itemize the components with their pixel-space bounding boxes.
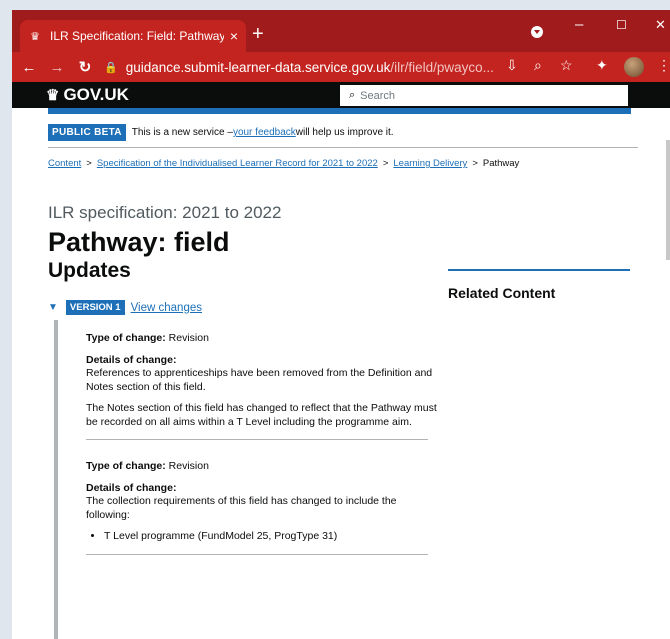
change-divider (86, 439, 428, 440)
crown-favicon-icon: ♛ (30, 30, 40, 43)
version-tag: VERSION 1 (65, 300, 125, 315)
version-toggle[interactable]: ▼ VERSION 1 View changes (48, 300, 202, 315)
reload-button[interactable]: ↻ (74, 58, 96, 76)
change-item: Type of change: Revision Details of chan… (86, 332, 440, 440)
close-window-button[interactable]: ✕ (655, 17, 666, 33)
change-paragraph: References to apprenticeships have been … (86, 367, 433, 393)
updates-heading: Updates (48, 259, 131, 282)
phase-banner: PUBLIC BETA This is a new service – your… (48, 124, 638, 148)
new-tab-button[interactable]: + (252, 24, 264, 44)
page-title: Pathway: field (48, 227, 230, 257)
search-icon: ⌕ (349, 89, 356, 101)
url-host: guidance.submit-learner-data.service.gov… (125, 59, 391, 75)
profile-avatar[interactable] (624, 57, 644, 77)
view-changes-link[interactable]: View changes (131, 302, 202, 314)
page-caption: ILR specification: 2021 to 2022 (48, 203, 282, 222)
govuk-header: ♛ GOV.UK ⌕ Search (12, 82, 670, 108)
change-bullet: T Level programme (FundModel 25, ProgTyp… (104, 530, 440, 544)
breadcrumb-content[interactable]: Content (48, 158, 81, 169)
change-paragraph: The collection requirements of this fiel… (86, 495, 397, 521)
star-icon[interactable]: ☆ (560, 57, 573, 74)
version-details: Type of change: Revision Details of chan… (54, 320, 440, 639)
breadcrumb-specification[interactable]: Specification of the Individualised Lear… (97, 158, 378, 169)
tab-title: ILR Specification: Field: Pathway (50, 29, 224, 43)
forward-button[interactable]: → (46, 59, 68, 76)
details-of-change-label: Details of change: (86, 481, 177, 494)
details-of-change-label: Details of change: (86, 353, 177, 366)
type-of-change-value: Revision (168, 332, 209, 344)
maximize-button[interactable]: ☐ (616, 18, 627, 32)
lock-icon: 🔒 (104, 61, 118, 74)
title-bar: ♛ ILR Specification: Field: Pathway × + … (12, 10, 670, 52)
zoom-icon[interactable]: ⌕ (534, 57, 542, 74)
breadcrumb-current: Pathway (482, 158, 520, 169)
search-placeholder: Search (360, 89, 396, 102)
browser-tab[interactable]: ♛ ILR Specification: Field: Pathway × (20, 20, 246, 52)
tab-search-icon[interactable] (531, 26, 543, 38)
tab-close-icon[interactable]: × (230, 28, 238, 44)
page-scrollbar[interactable] (666, 140, 670, 260)
back-button[interactable]: ← (18, 59, 40, 76)
change-paragraph: The Notes section of this field has chan… (86, 402, 437, 428)
page-content: PUBLIC BETA This is a new service – your… (48, 114, 638, 258)
breadcrumb-separator-icon: > (382, 158, 389, 169)
breadcrumb-learning-delivery[interactable]: Learning Delivery (393, 158, 467, 169)
type-of-change-label: Type of change: (86, 460, 166, 472)
triangle-down-icon[interactable]: ▼ (48, 302, 58, 313)
install-icon[interactable]: ⇩ (506, 57, 518, 74)
crown-icon: ♛ (46, 87, 60, 104)
govuk-logo-text: GOV.UK (63, 85, 129, 104)
change-divider (86, 553, 428, 555)
related-content-heading: Related Content (448, 269, 630, 301)
menu-icon[interactable]: ⋮ (657, 57, 670, 74)
type-of-change-label: Type of change: (86, 332, 166, 344)
browser-toolbar: ← → ↻ 🔒 guidance.submit-learner-data.ser… (12, 52, 670, 82)
breadcrumb: Content > Specification of the Individuali… (48, 158, 638, 169)
url-path: /ilr/field/pwayco... (390, 59, 494, 75)
type-of-change-value: Revision (168, 460, 209, 472)
breadcrumb-separator-icon: > (86, 158, 92, 169)
change-bullet-list: T Level programme (FundModel 25, ProgTyp… (104, 530, 440, 544)
breadcrumb-separator-icon: > (472, 158, 478, 169)
address-bar[interactable]: 🔒 guidance.submit-learner-data.service.g… (104, 55, 500, 79)
beta-tag: PUBLIC BETA (48, 124, 126, 141)
browser-window: ♛ ILR Specification: Field: Pathway × + … (12, 10, 670, 639)
search-input[interactable]: ⌕ Search (340, 85, 628, 106)
beta-text-after: will help us improve it. (295, 127, 394, 138)
beta-text-before: This is a new service – (131, 127, 233, 138)
minimize-button[interactable]: – (575, 16, 583, 33)
extensions-icon[interactable]: ✦ (596, 57, 608, 74)
feedback-link[interactable]: your feedback (233, 127, 296, 138)
govuk-logo[interactable]: ♛ GOV.UK (46, 85, 129, 105)
change-item: Type of change: Revision Details of chan… (86, 460, 440, 555)
